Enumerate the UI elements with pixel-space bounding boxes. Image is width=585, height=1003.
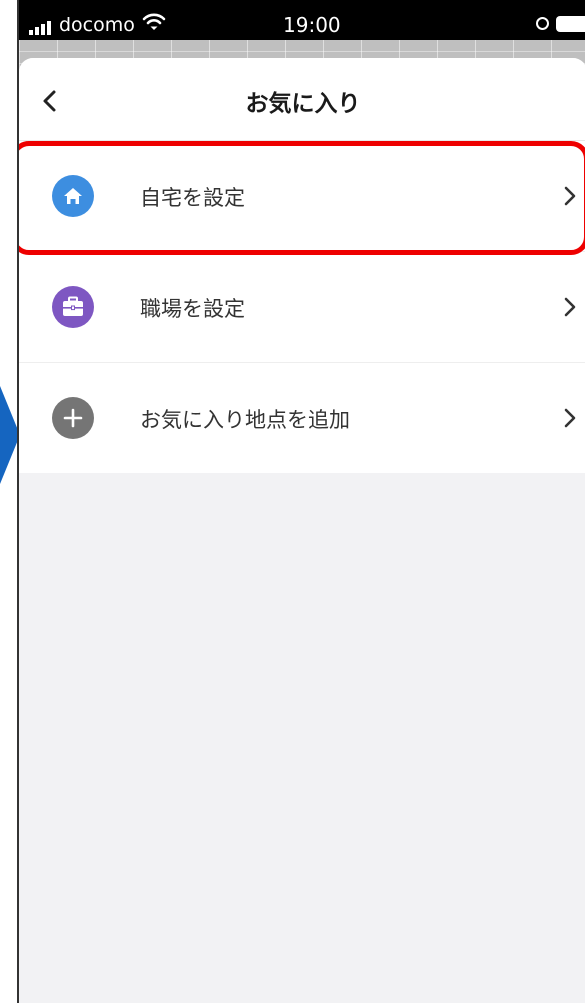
page-title: お気に入り: [245, 91, 361, 117]
navigation-bar: お気に入り: [19, 58, 585, 141]
briefcase-icon: [52, 286, 94, 328]
favorites-list: 自宅を設定 職場を設定 お気に入り地点を追加: [19, 141, 585, 473]
set-work-label: 職場を設定: [140, 297, 245, 321]
battery-icon: [556, 16, 585, 32]
signal-icon: [29, 21, 51, 35]
set-home-label: 自宅を設定: [140, 186, 245, 210]
add-favorite-item[interactable]: お気に入り地点を追加: [19, 363, 585, 473]
favorites-sheet: お気に入り 自宅を設定 職場を設定 お気に入り地点を追加: [19, 58, 585, 1003]
chevron-right-icon: [564, 297, 576, 317]
plus-icon: [52, 397, 94, 439]
chevron-right-icon: [564, 408, 576, 428]
chevron-right-icon: [564, 186, 576, 206]
add-favorite-label: お気に入り地点を追加: [140, 408, 350, 432]
carrier-name: docomo: [59, 14, 135, 36]
wifi-icon: [142, 13, 166, 30]
set-work-item[interactable]: 職場を設定: [19, 252, 585, 363]
status-time: 19:00: [283, 13, 341, 37]
orientation-lock-icon: [536, 17, 549, 30]
phone-screen: docomo 19:00 お気に入り 自宅を設定 職場を設定 お気に入り地点を追…: [17, 0, 585, 1003]
set-home-item[interactable]: 自宅を設定: [19, 141, 585, 252]
status-bar: docomo 19:00: [19, 0, 585, 40]
home-icon: [52, 175, 94, 217]
